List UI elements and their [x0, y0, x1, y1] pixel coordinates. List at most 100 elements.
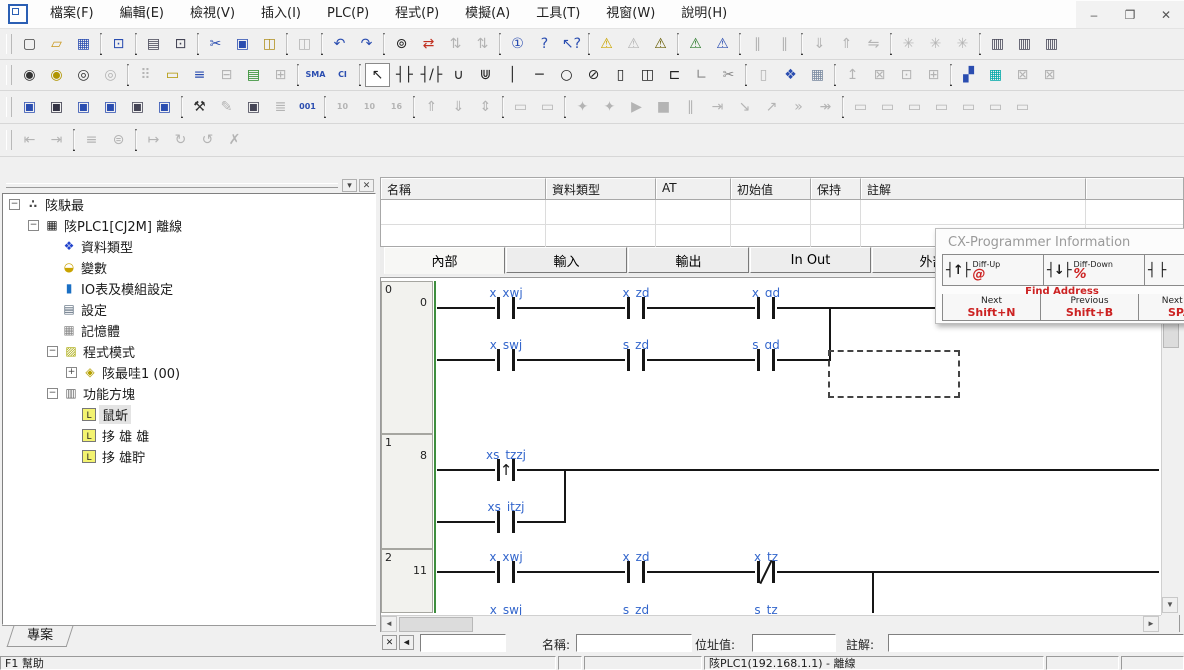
io-comment-button[interactable]: ⊟ — [214, 63, 239, 87]
new-closed-coil-button[interactable]: ⊘ — [581, 63, 606, 87]
new-instruction-button[interactable]: ▯ — [608, 63, 633, 87]
monitor-clock-button[interactable]: ✳ — [923, 32, 948, 56]
compile-program-button[interactable]: ⚠ — [594, 32, 619, 56]
rung-list-button[interactable]: ≡ — [187, 63, 212, 87]
tab-project[interactable]: 專案 — [7, 626, 74, 647]
sim-fast-forward-button[interactable]: » — [786, 95, 811, 119]
paste-special-button[interactable]: ◫ — [292, 32, 317, 56]
monitor-button[interactable]: ✳ — [896, 32, 921, 56]
compile-check-button[interactable]: ⊡ — [106, 32, 131, 56]
memory-window-button[interactable]: ▥ — [1039, 32, 1064, 56]
scroll-right-button[interactable]: ► — [1143, 616, 1159, 632]
differential-monitor-button[interactable]: ✳ — [950, 32, 975, 56]
grid-toggle-button[interactable]: ⠿ — [133, 63, 158, 87]
tree-expand-box[interactable]: − — [28, 220, 39, 231]
address-window-button[interactable]: ▣ — [125, 95, 150, 119]
toolbar-grip[interactable] — [6, 34, 12, 54]
zoom-in-button[interactable]: ◉ — [17, 63, 42, 87]
signed-decimal-view-button[interactable]: 10 — [357, 95, 382, 119]
new-fb-invocation-button[interactable]: ⊏ — [662, 63, 687, 87]
print-preview-button[interactable]: ⊡ — [168, 32, 193, 56]
open-project-button[interactable]: ▱ — [44, 32, 69, 56]
scroll-left-button[interactable]: ◄ — [381, 616, 397, 632]
network-tool-6-button[interactable]: ▭ — [983, 95, 1008, 119]
symbol-table-column-header[interactable]: 初始值 — [731, 178, 811, 199]
work-online-simulator-button[interactable]: ✦ — [570, 95, 595, 119]
tree-item-fb-3[interactable]: 拸 雄聍 — [3, 446, 375, 467]
symbol-table-column-header[interactable]: 資料類型 — [546, 178, 656, 199]
ladder-canvas[interactable]: 0 0 1 8 2 11 x_xwj x_zd x_qd x_swj s_zd … — [381, 278, 1161, 615]
context-help-button[interactable]: ↖? — [559, 32, 584, 56]
rung-comment-button[interactable]: ▭ — [160, 63, 185, 87]
edit-up-button[interactable]: ↥ — [840, 63, 865, 87]
minimize-button[interactable]: – — [1076, 1, 1112, 28]
io-window-button[interactable]: ▯ — [751, 63, 776, 87]
popup-window-button[interactable]: ▣ — [241, 95, 266, 119]
stop-trace-button[interactable]: ✗ — [222, 128, 247, 152]
hex-view-button[interactable]: 16 — [384, 95, 409, 119]
cross-reference-down-button[interactable]: ⇅ — [470, 32, 495, 56]
zoom-fit-button[interactable]: ◎ — [98, 63, 123, 87]
tree-item-settings[interactable]: 設定 — [3, 299, 375, 320]
undo-button[interactable]: ↶ — [327, 32, 352, 56]
find-warning-button[interactable]: ⚠ — [648, 32, 673, 56]
menu-program[interactable]: 程式(P) — [382, 0, 452, 28]
sim-step-out-button[interactable]: ↗ — [759, 95, 784, 119]
memory-grid-button[interactable]: ▦ — [805, 63, 830, 87]
cross-reference-up-button[interactable]: ⇅ — [443, 32, 468, 56]
force-cancel-button[interactable]: ⇕ — [473, 95, 498, 119]
cross-ref-window-button[interactable]: ▣ — [98, 95, 123, 119]
window-tile-button[interactable]: ⊠ — [1010, 63, 1035, 87]
program-hierarchy-button[interactable]: ⊞ — [268, 63, 293, 87]
help-button[interactable]: ? — [532, 32, 557, 56]
tree-item-symbols[interactable]: 變數 — [3, 257, 375, 278]
edit-ok-button[interactable]: ⊡ — [894, 63, 919, 87]
line-delete-button[interactable]: ✂ — [716, 63, 741, 87]
upload-button[interactable]: ⇑ — [834, 32, 859, 56]
ladder-horizontal-scrollbar[interactable]: ◄ ► — [381, 615, 1161, 633]
tree-item-data-types[interactable]: 資料類型 — [3, 236, 375, 257]
compile-all-button[interactable]: ⚠ — [621, 32, 646, 56]
toolbar-grip[interactable] — [6, 130, 12, 150]
copy-button[interactable]: ▣ — [230, 32, 255, 56]
restore-button[interactable]: ❐ — [1112, 1, 1148, 28]
io-table-window-button[interactable]: ▥ — [985, 32, 1010, 56]
about-button[interactable]: ① — [505, 32, 530, 56]
tree-header-close-button[interactable]: ✕ — [359, 179, 374, 192]
output-window-button[interactable]: ▣ — [44, 95, 69, 119]
symbol-table-column-header[interactable]: AT — [656, 178, 731, 199]
fix-tools-button[interactable]: ⚒ — [187, 95, 212, 119]
symbol-tab-internal[interactable]: 內部 — [384, 247, 505, 274]
properties-window-button[interactable]: ▣ — [152, 95, 177, 119]
contact-no[interactable] — [625, 561, 647, 583]
symbol-table-column-header[interactable]: 註解 — [861, 178, 1086, 199]
redo-button[interactable]: ↷ — [354, 32, 379, 56]
new-coil-button[interactable]: ○ — [554, 63, 579, 87]
ladder-vertical-scrollbar[interactable]: ▲ ▼ — [1161, 278, 1180, 615]
block-hierarchy-button[interactable]: ▞ — [956, 63, 981, 87]
new-closed-contact-button[interactable]: ┤/├ — [419, 63, 444, 87]
network-tool-5-button[interactable]: ▭ — [956, 95, 981, 119]
download-button[interactable]: ⇓ — [807, 32, 832, 56]
network-tool-7-button[interactable]: ▭ — [1010, 95, 1035, 119]
select-mode-button[interactable]: ↖ — [365, 63, 390, 87]
horizontal-scroll-thumb[interactable] — [399, 617, 473, 632]
close-fields-button[interactable]: ✕ — [382, 635, 397, 650]
toolbar-grip[interactable] — [6, 97, 12, 117]
symbol-tab-output[interactable]: 輸出 — [628, 247, 749, 273]
address-field[interactable] — [752, 634, 836, 652]
list-window-button[interactable]: ≣ — [268, 95, 293, 119]
menu-simulation[interactable]: 模擬(A) — [452, 0, 523, 28]
compare-button[interactable]: ⇋ — [861, 32, 886, 56]
tree-item-plc[interactable]: − 陔PLC1[CJ2M] 離線 — [3, 215, 375, 236]
ladder-edit-cursor[interactable] — [828, 350, 960, 398]
new-or-contact-button[interactable]: ∪ — [446, 63, 471, 87]
contact-no[interactable] — [495, 297, 517, 319]
symbol-tab-input[interactable]: 輸入 — [506, 247, 627, 273]
retrace-forward-button[interactable]: ↻ — [168, 128, 193, 152]
sim-stop-button[interactable]: ■ — [651, 95, 676, 119]
scroll-down-button[interactable]: ▼ — [1162, 597, 1178, 613]
symbol-table-column-header[interactable] — [1086, 178, 1183, 199]
symbol-table-column-header[interactable]: 保持 — [811, 178, 861, 199]
sim-pause-button[interactable]: ∥ — [678, 95, 703, 119]
